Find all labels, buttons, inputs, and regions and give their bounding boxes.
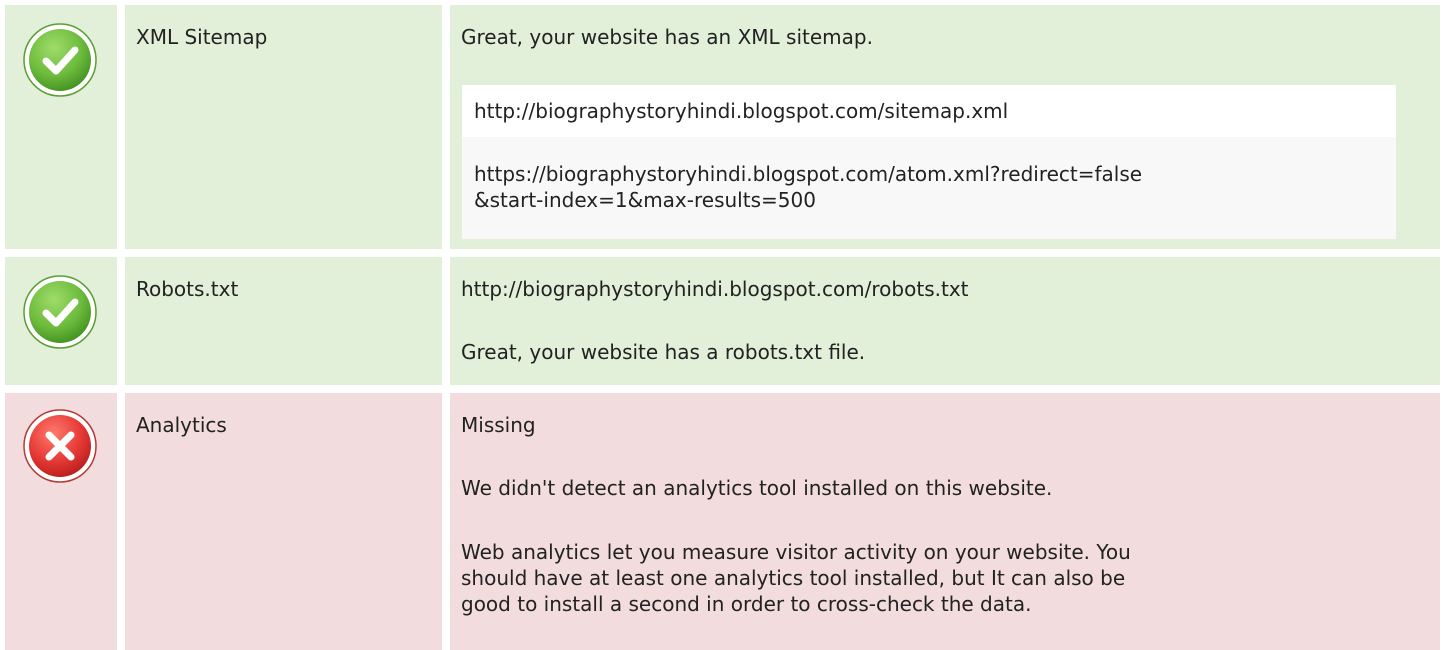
sitemap-url-item: https://biographystoryhindi.blogspot.com… bbox=[462, 137, 1396, 239]
check-result-cell: Great, your website has an XML sitemap. … bbox=[450, 5, 1440, 249]
result-message: Great, your website has an XML sitemap. bbox=[461, 25, 873, 49]
sitemap-url[interactable]: http://biographystoryhindi.blogspot.com/… bbox=[474, 98, 1008, 124]
result-message: We didn't detect an analytics tool insta… bbox=[461, 476, 1053, 500]
check-row-robots-txt: Robots.txt http://biographystoryhindi.bl… bbox=[5, 257, 1440, 385]
sitemap-url-line[interactable]: &start-index=1&max-results=500 bbox=[474, 187, 816, 213]
status-cell bbox=[5, 393, 117, 650]
check-name: Analytics bbox=[136, 413, 227, 437]
check-result-cell: Missing We didn't detect an analytics to… bbox=[450, 393, 1440, 650]
check-name-cell: Robots.txt bbox=[125, 257, 442, 385]
status-cell bbox=[5, 257, 117, 385]
result-status: Missing bbox=[461, 413, 536, 437]
sitemap-url-line[interactable]: https://biographystoryhindi.blogspot.com… bbox=[474, 161, 1142, 187]
check-name: XML Sitemap bbox=[136, 25, 268, 49]
check-name-cell: Analytics bbox=[125, 393, 442, 650]
sitemap-url-item: http://biographystoryhindi.blogspot.com/… bbox=[462, 85, 1396, 137]
check-circle-icon bbox=[23, 23, 97, 97]
result-message: Great, your website has a robots.txt fil… bbox=[461, 340, 866, 364]
description-line: should have at least one analytics tool … bbox=[461, 566, 1126, 590]
check-row-analytics: Analytics Missing We didn't detect an an… bbox=[5, 393, 1440, 650]
check-name: Robots.txt bbox=[136, 277, 239, 301]
check-result-cell: http://biographystoryhindi.blogspot.com/… bbox=[450, 257, 1440, 385]
cross-circle-icon bbox=[23, 409, 97, 483]
check-name-cell: XML Sitemap bbox=[125, 5, 442, 249]
status-cell bbox=[5, 5, 117, 249]
description-line: good to install a second in order to cro… bbox=[461, 592, 1032, 616]
description-line: Web analytics let you measure visitor ac… bbox=[461, 540, 1131, 564]
check-row-xml-sitemap: XML Sitemap Great, your website has an X… bbox=[5, 5, 1440, 249]
check-circle-icon bbox=[23, 275, 97, 349]
robots-url[interactable]: http://biographystoryhindi.blogspot.com/… bbox=[461, 276, 969, 302]
